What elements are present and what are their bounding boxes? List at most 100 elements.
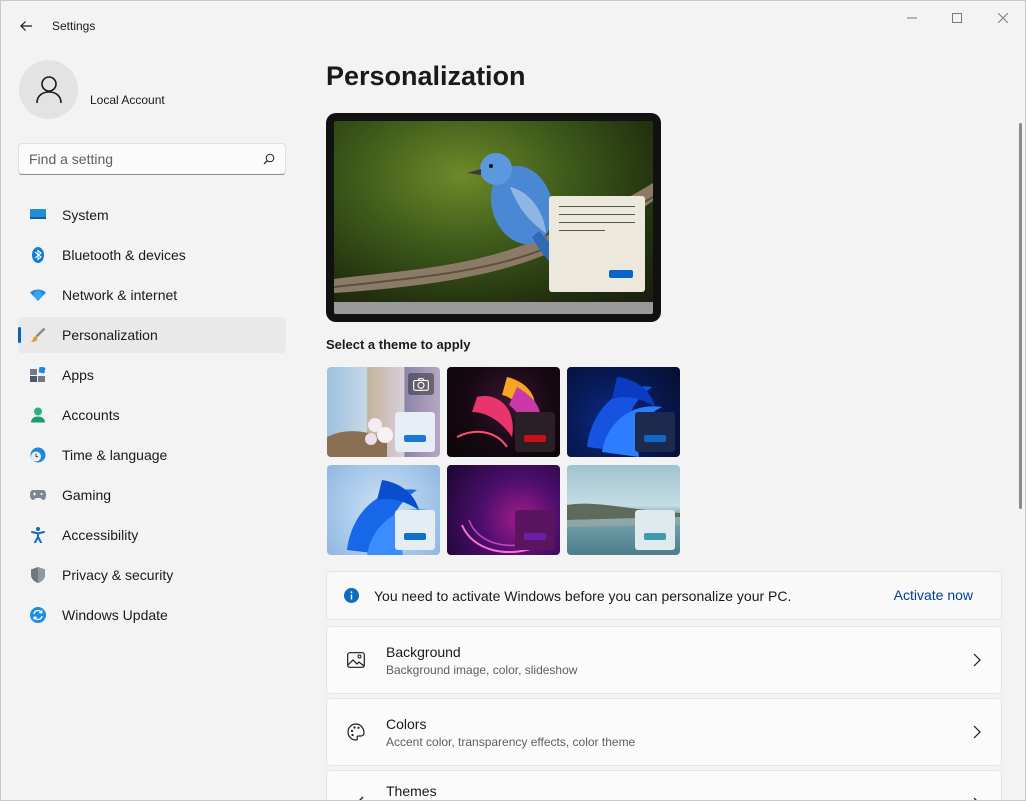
theme-tile-flow[interactable] [447, 465, 560, 555]
sidebar-item-bluetooth[interactable]: Bluetooth & devices [18, 237, 286, 273]
minimize-button[interactable] [889, 1, 935, 35]
scrollbar-thumb[interactable] [1019, 123, 1022, 509]
sidebar-item-time-language[interactable]: Time & language [18, 437, 286, 473]
theme-accent-swatch [644, 533, 666, 540]
settings-window: Settings Local Account Find a setting Sy… [0, 0, 1026, 801]
desktop-preview-image [334, 121, 653, 302]
sidebar-item-label: Accounts [62, 407, 120, 423]
sidebar-item-network[interactable]: Network & internet [18, 277, 286, 313]
theme-accent-swatch [524, 435, 546, 442]
maximize-icon [952, 13, 962, 23]
sidebar-item-label: Time & language [62, 447, 168, 463]
shield-icon [30, 567, 46, 583]
sidebar-item-personalization[interactable]: Personalization [18, 317, 286, 353]
minimize-icon [907, 17, 917, 19]
app-title: Settings [52, 19, 96, 33]
theme-mini-window [635, 412, 675, 452]
camera-icon [413, 377, 429, 391]
sidebar-item-label: Privacy & security [62, 567, 174, 583]
avatar[interactable] [19, 59, 78, 119]
theme-accent-swatch [524, 533, 546, 540]
sidebar-item-accounts[interactable]: Accounts [18, 397, 286, 433]
card-subtitle: Background image, color, slideshow [386, 662, 578, 677]
palette-icon [346, 722, 366, 742]
brush-icon [346, 794, 366, 800]
image-icon [346, 650, 366, 670]
info-icon [344, 588, 359, 603]
theme-accent-swatch [404, 533, 426, 540]
sidebar-item-privacy-security[interactable]: Privacy & security [18, 557, 286, 593]
brush-icon [30, 327, 46, 343]
sidebar-item-system[interactable]: System [18, 197, 286, 233]
camera-badge[interactable] [408, 373, 434, 395]
preview-taskbar [334, 302, 653, 314]
sidebar-item-label: Personalization [62, 327, 158, 343]
preview-window [549, 196, 645, 292]
search-input[interactable] [29, 151, 263, 167]
close-icon [998, 13, 1008, 23]
sidebar-item-accessibility[interactable]: Accessibility [18, 517, 286, 553]
chevron-right-icon [973, 725, 981, 739]
theme-mini-window [395, 510, 435, 550]
gamepad-icon [30, 487, 46, 503]
theme-mini-window [635, 510, 675, 550]
card-title: Themes [386, 783, 437, 799]
theme-grid [327, 367, 683, 555]
theme-tile-dark-bloom[interactable] [567, 367, 680, 457]
sidebar-item-gaming[interactable]: Gaming [18, 477, 286, 513]
page-title: Personalization [326, 61, 526, 91]
sidebar-item-label: Gaming [62, 487, 112, 503]
accessibility-icon [30, 527, 46, 543]
preview-text-line [559, 230, 605, 231]
maximize-button[interactable] [934, 1, 980, 35]
sidebar-item-label: Network & internet [62, 287, 178, 303]
card-title: Background [386, 643, 461, 660]
preview-text-line [559, 206, 635, 207]
sidebar-item-label: System [62, 207, 109, 223]
close-button[interactable] [980, 1, 1025, 35]
activation-notice-text: You need to activate Windows before you … [374, 587, 792, 604]
card-title: Colors [386, 715, 427, 732]
theme-preview [326, 113, 661, 322]
theme-tile-custom[interactable] [327, 367, 440, 457]
sidebar-item-label: Apps [62, 367, 94, 383]
preview-text-line [559, 214, 635, 215]
theme-accent-swatch [404, 435, 426, 442]
activation-notice: You need to activate Windows before you … [326, 571, 1002, 620]
theme-accent-swatch [644, 435, 666, 442]
background-card[interactable]: Background Background image, color, slid… [326, 626, 1002, 694]
theme-tile-glow[interactable] [447, 367, 560, 457]
sidebar-item-label: Accessibility [62, 527, 139, 543]
back-button[interactable] [13, 13, 39, 39]
sidebar-item-label: Bluetooth & devices [62, 247, 186, 263]
bluetooth-icon [30, 247, 46, 263]
sidebar-item-apps[interactable]: Apps [18, 357, 286, 393]
theme-heading: Select a theme to apply [326, 337, 471, 352]
activate-now-link[interactable]: Activate now [894, 587, 973, 603]
system-icon [30, 207, 46, 223]
sidebar-nav: System Bluetooth & devices Network & int… [18, 197, 286, 637]
theme-tile-light-bloom[interactable] [327, 465, 440, 555]
theme-mini-window [515, 412, 555, 452]
sidebar-item-label: Windows Update [62, 607, 168, 623]
themes-card[interactable]: Themes [326, 770, 1002, 800]
accounts-icon [30, 407, 46, 423]
theme-mini-window [515, 510, 555, 550]
search-box[interactable] [18, 143, 286, 175]
theme-mini-window [395, 412, 435, 452]
update-icon [30, 607, 46, 623]
chevron-right-icon [973, 653, 981, 667]
user-icon [35, 76, 62, 104]
account-name: Local Account [90, 93, 165, 107]
title-bar: Settings [1, 1, 1025, 49]
apps-icon [30, 367, 46, 383]
card-subtitle: Accent color, transparency effects, colo… [386, 734, 636, 749]
account-header[interactable]: Local Account [19, 59, 165, 119]
sidebar-item-windows-update[interactable]: Windows Update [18, 597, 286, 633]
chevron-right-icon [973, 797, 977, 800]
colors-card[interactable]: Colors Accent color, transparency effect… [326, 698, 1002, 766]
search-icon[interactable] [263, 153, 275, 165]
preview-text-line [559, 222, 635, 223]
clock-globe-icon [30, 447, 46, 463]
theme-tile-lake[interactable] [567, 465, 680, 555]
